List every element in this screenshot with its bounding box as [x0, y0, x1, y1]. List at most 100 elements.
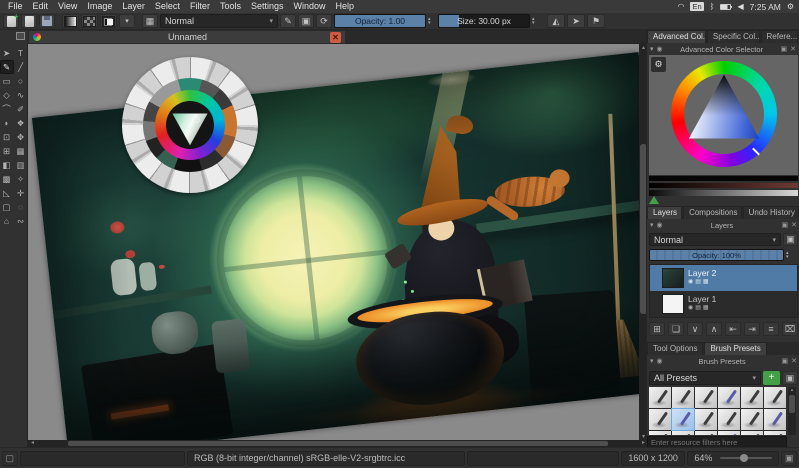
move-layer-left-button[interactable]: ⇤ [725, 322, 741, 336]
shade-bar-3[interactable] [649, 190, 798, 196]
menu-edit[interactable]: Edit [28, 0, 54, 13]
brush-preset-thumbnail[interactable] [741, 409, 763, 430]
zoom-slider[interactable] [720, 457, 772, 459]
gradient-tool[interactable]: ▥ [14, 158, 28, 172]
brush-preset-thumbnail[interactable] [695, 387, 717, 408]
layer-row[interactable]: Layer 1 ◉▤▦ [650, 291, 797, 317]
brush-preset-thumbnail[interactable] [672, 387, 694, 408]
menu-filter[interactable]: Filter [185, 0, 215, 13]
canvas-workspace[interactable] [28, 44, 639, 440]
text-tool[interactable]: T [14, 46, 28, 60]
collapse-icon[interactable]: ▾ [650, 221, 654, 229]
transform-tool[interactable]: ⊡ [0, 130, 14, 144]
save-document-button[interactable] [39, 14, 55, 28]
popup-palette-triangle-selector[interactable] [166, 101, 214, 149]
clock[interactable]: 7:25 AM [750, 2, 781, 12]
menu-layer[interactable]: Layer [117, 0, 150, 13]
reload-preset-button[interactable]: ⟳ [316, 14, 332, 28]
brush-preset-thumbnail[interactable] [649, 409, 671, 430]
inherit-alpha-icon[interactable]: ▤ [695, 279, 703, 285]
menu-tools[interactable]: Tools [215, 0, 246, 13]
inherit-alpha-icon[interactable]: ▤ [695, 305, 703, 311]
hue-ring[interactable] [671, 61, 777, 167]
crop-tool[interactable]: ⊞ [0, 144, 14, 158]
gradient-chooser-button[interactable] [62, 14, 79, 28]
move-layer-up-button[interactable]: ∧ [706, 322, 722, 336]
mirror-vertical-button[interactable]: ➤ [567, 14, 585, 28]
collapse-icon[interactable]: ▾ [650, 45, 654, 53]
pin-icon[interactable]: ◉ [657, 45, 663, 53]
brush-preset-thumbnail[interactable] [672, 431, 694, 435]
fill-tool[interactable]: ◧ [0, 158, 14, 172]
move-layer-right-button[interactable]: ⇥ [744, 322, 760, 336]
ellipse-tool[interactable]: ○ [14, 74, 28, 88]
polygon-select-tool[interactable]: ⌂ [0, 214, 14, 228]
rect-select-tool[interactable]: ▢ [0, 200, 14, 214]
shade-bar-1[interactable] [649, 176, 798, 181]
advanced-color-selector[interactable]: ⚙ [649, 55, 798, 175]
polyline-tool[interactable]: ∿ [14, 88, 28, 102]
canvas-only-mode-button[interactable]: ▣ [781, 451, 797, 466]
float-subwindow-icon[interactable] [16, 32, 25, 40]
measure-tool[interactable]: ◺ [0, 186, 14, 200]
menu-settings[interactable]: Settings [246, 0, 289, 13]
brush-preset-thumbnail[interactable] [695, 409, 717, 430]
pattern-tool[interactable]: ▩ [0, 172, 14, 186]
pattern-chooser-button[interactable] [81, 14, 98, 28]
battery-icon[interactable] [720, 4, 731, 10]
open-document-button[interactable] [21, 14, 37, 28]
brush-preset-thumbnail[interactable] [649, 387, 671, 408]
tab-undo-history[interactable]: Undo History [743, 206, 799, 219]
ellipse-select-tool[interactable]: ◌ [14, 200, 28, 214]
layer-filter-button[interactable]: ▣ [783, 233, 798, 246]
brush-preset-thumbnail[interactable] [741, 387, 763, 408]
menu-select[interactable]: Select [150, 0, 185, 13]
expand-shades-icon[interactable] [649, 196, 659, 204]
fg-bg-color-button[interactable] [100, 14, 117, 28]
brush-preset-thumbnail[interactable] [695, 431, 717, 435]
document-tab[interactable]: Unnamed ✕ [28, 30, 346, 44]
power-menu-icon[interactable]: ⚙ [787, 2, 794, 11]
close-panel-icon[interactable]: ✕ [791, 221, 797, 229]
brush-preset-thumbnail[interactable] [649, 431, 671, 435]
color-picker-tool[interactable]: ✧ [14, 172, 28, 186]
collapse-icon[interactable]: ▾ [650, 357, 654, 365]
workspace-chooser-button[interactable]: ▦ [142, 14, 158, 28]
horizontal-scroll-thumb[interactable] [68, 441, 608, 446]
tab-tool-options[interactable]: Tool Options [647, 342, 703, 355]
alpha-lock-icon[interactable]: ▦ [703, 279, 711, 285]
scroll-up-icon[interactable]: ▴ [791, 387, 794, 393]
selection-indicator-button[interactable]: ▢ [2, 451, 18, 466]
selector-settings-button[interactable]: ⚙ [651, 57, 666, 72]
float-panel-icon[interactable]: ▣ [781, 45, 788, 53]
brush-preset-thumbnail[interactable] [764, 431, 786, 435]
edit-brush-settings-button[interactable]: ✎ [280, 14, 296, 28]
delete-layer-button[interactable]: ⌧ [782, 322, 798, 336]
layer-row[interactable]: Layer 2 ◉▤▦ [650, 265, 797, 291]
menu-view[interactable]: View [53, 0, 82, 13]
preset-grid-scrollbar[interactable]: ▴ [788, 387, 796, 435]
wifi-icon[interactable]: ◠ [678, 2, 685, 11]
scroll-left-icon[interactable]: ◂ [28, 440, 37, 447]
preset-scroll-thumb[interactable] [789, 395, 795, 413]
preset-source-combo[interactable]: All Presets ▾ [649, 371, 761, 385]
add-preset-button[interactable]: + [763, 371, 780, 385]
brush-preset-thumbnail[interactable] [718, 431, 740, 435]
tab-compositions[interactable]: Compositions [683, 206, 742, 219]
mirror-horizontal-button[interactable]: ◭ [547, 14, 565, 28]
shade-bar-2[interactable] [649, 183, 798, 188]
wraparound-mode-button[interactable]: ⚑ [587, 14, 605, 28]
brush-preset-thumbnail-selected[interactable] [672, 409, 694, 430]
freehand-brush-tool[interactable]: ✎ [0, 60, 14, 74]
polygon-tool[interactable]: ◇ [0, 88, 14, 102]
pin-icon[interactable]: ◉ [657, 357, 663, 365]
alpha-lock-icon[interactable]: ▦ [703, 305, 711, 311]
menu-window[interactable]: Window [288, 0, 330, 13]
outline-select-tool[interactable]: ∾ [14, 214, 28, 228]
blend-mode-combo[interactable]: Normal ▾ [160, 14, 278, 28]
duplicate-layer-button[interactable]: ❏ [668, 322, 684, 336]
move-tool[interactable]: ✥ [14, 130, 28, 144]
popup-palette[interactable] [122, 57, 258, 193]
move-layer-down-button[interactable]: ∨ [687, 322, 703, 336]
add-layer-button[interactable]: ⊞ [649, 322, 665, 336]
